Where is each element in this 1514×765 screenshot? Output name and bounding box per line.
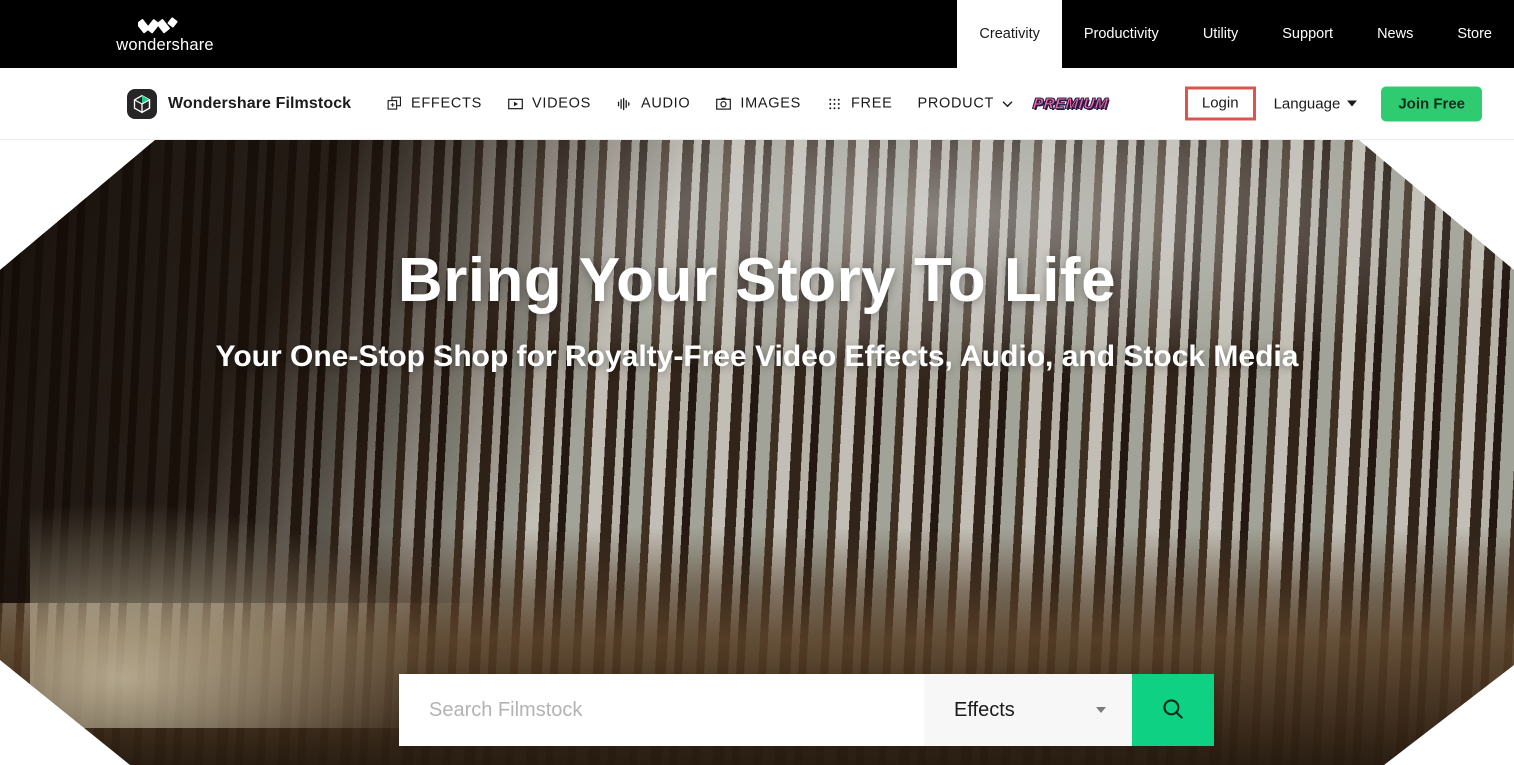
global-top-nav: Creativity Productivity Utility Support … bbox=[957, 0, 1514, 68]
nav-label: PRODUCT bbox=[917, 95, 995, 112]
chevron-down-icon bbox=[1096, 707, 1106, 713]
nav-label: VIDEOS bbox=[531, 95, 591, 112]
hero-subtitle: Your One-Stop Shop for Royalty-Free Vide… bbox=[215, 340, 1299, 374]
login-button[interactable]: Login bbox=[1184, 86, 1256, 121]
topnav-item-creativity[interactable]: Creativity bbox=[957, 0, 1062, 68]
wondershare-logo[interactable]: wondershare bbox=[75, 10, 255, 60]
search-input[interactable] bbox=[399, 674, 924, 746]
language-selector[interactable]: Language bbox=[1268, 89, 1364, 118]
language-label: Language bbox=[1273, 95, 1341, 112]
topnav-label: News bbox=[1377, 26, 1414, 42]
wondershare-wordmark: wondershare bbox=[116, 35, 214, 54]
nav-item-product[interactable]: PRODUCT bbox=[917, 96, 1015, 112]
account-actions: Login Language Join Free bbox=[1184, 86, 1482, 121]
search-submit-button[interactable] bbox=[1132, 674, 1214, 746]
hero-content: Bring Your Story To Life Your One-Stop S… bbox=[0, 140, 1514, 765]
search-icon bbox=[1160, 696, 1186, 725]
filmstock-brand[interactable]: Wondershare Filmstock bbox=[127, 88, 352, 119]
hero-banner: Bring Your Story To Life Your One-Stop S… bbox=[0, 140, 1514, 765]
topnav-item-utility[interactable]: Utility bbox=[1181, 0, 1260, 68]
filmstock-brand-name: Wondershare Filmstock bbox=[168, 94, 352, 112]
topnav-label: Store bbox=[1457, 26, 1492, 42]
layers-icon bbox=[386, 95, 403, 112]
topnav-label: Utility bbox=[1202, 26, 1239, 42]
chevron-down-icon bbox=[1347, 100, 1358, 107]
filmstock-cube-icon bbox=[127, 88, 157, 119]
topnav-item-store[interactable]: Store bbox=[1435, 0, 1514, 68]
topnav-item-productivity[interactable]: Productivity bbox=[1062, 0, 1181, 68]
nav-item-audio[interactable]: AUDIO bbox=[616, 95, 690, 112]
waveform-icon bbox=[616, 95, 633, 112]
grid-dots-icon bbox=[826, 95, 843, 112]
hero-title: Bring Your Story To Life bbox=[397, 246, 1117, 315]
hero-search-bar: Effects bbox=[399, 674, 1214, 746]
filmstock-main-nav: EFFECTS VIDEOS AUDIO IMAGES FREE PRODUCT… bbox=[386, 95, 1109, 113]
topnav-item-news[interactable]: News bbox=[1355, 0, 1435, 68]
nav-label: EFFECTS bbox=[411, 95, 482, 112]
nav-item-images[interactable]: IMAGES bbox=[715, 95, 801, 112]
chevron-down-icon bbox=[1000, 96, 1015, 111]
search-category-value: Effects bbox=[954, 698, 1015, 721]
search-category-dropdown[interactable]: Effects bbox=[924, 674, 1132, 746]
play-rect-icon bbox=[507, 95, 524, 112]
nav-label: AUDIO bbox=[640, 95, 691, 112]
nav-item-videos[interactable]: VIDEOS bbox=[507, 95, 591, 112]
global-top-bar: wondershare Creativity Productivity Util… bbox=[0, 0, 1514, 68]
topnav-label: Creativity bbox=[979, 26, 1040, 42]
topnav-item-support[interactable]: Support bbox=[1260, 0, 1355, 68]
nav-item-free[interactable]: FREE bbox=[826, 95, 892, 112]
camera-icon bbox=[715, 95, 732, 112]
filmstock-nav-bar: Wondershare Filmstock EFFECTS VIDEOS AUD… bbox=[0, 68, 1514, 140]
nav-label: FREE bbox=[851, 95, 893, 112]
nav-label: IMAGES bbox=[740, 95, 801, 112]
wondershare-w-mark bbox=[138, 17, 178, 34]
premium-badge[interactable]: PREMIUM bbox=[1032, 95, 1109, 113]
topnav-label: Productivity bbox=[1083, 26, 1159, 42]
topnav-label: Support bbox=[1282, 26, 1334, 42]
nav-item-effects[interactable]: EFFECTS bbox=[386, 95, 482, 112]
join-free-button[interactable]: Join Free bbox=[1381, 86, 1482, 121]
